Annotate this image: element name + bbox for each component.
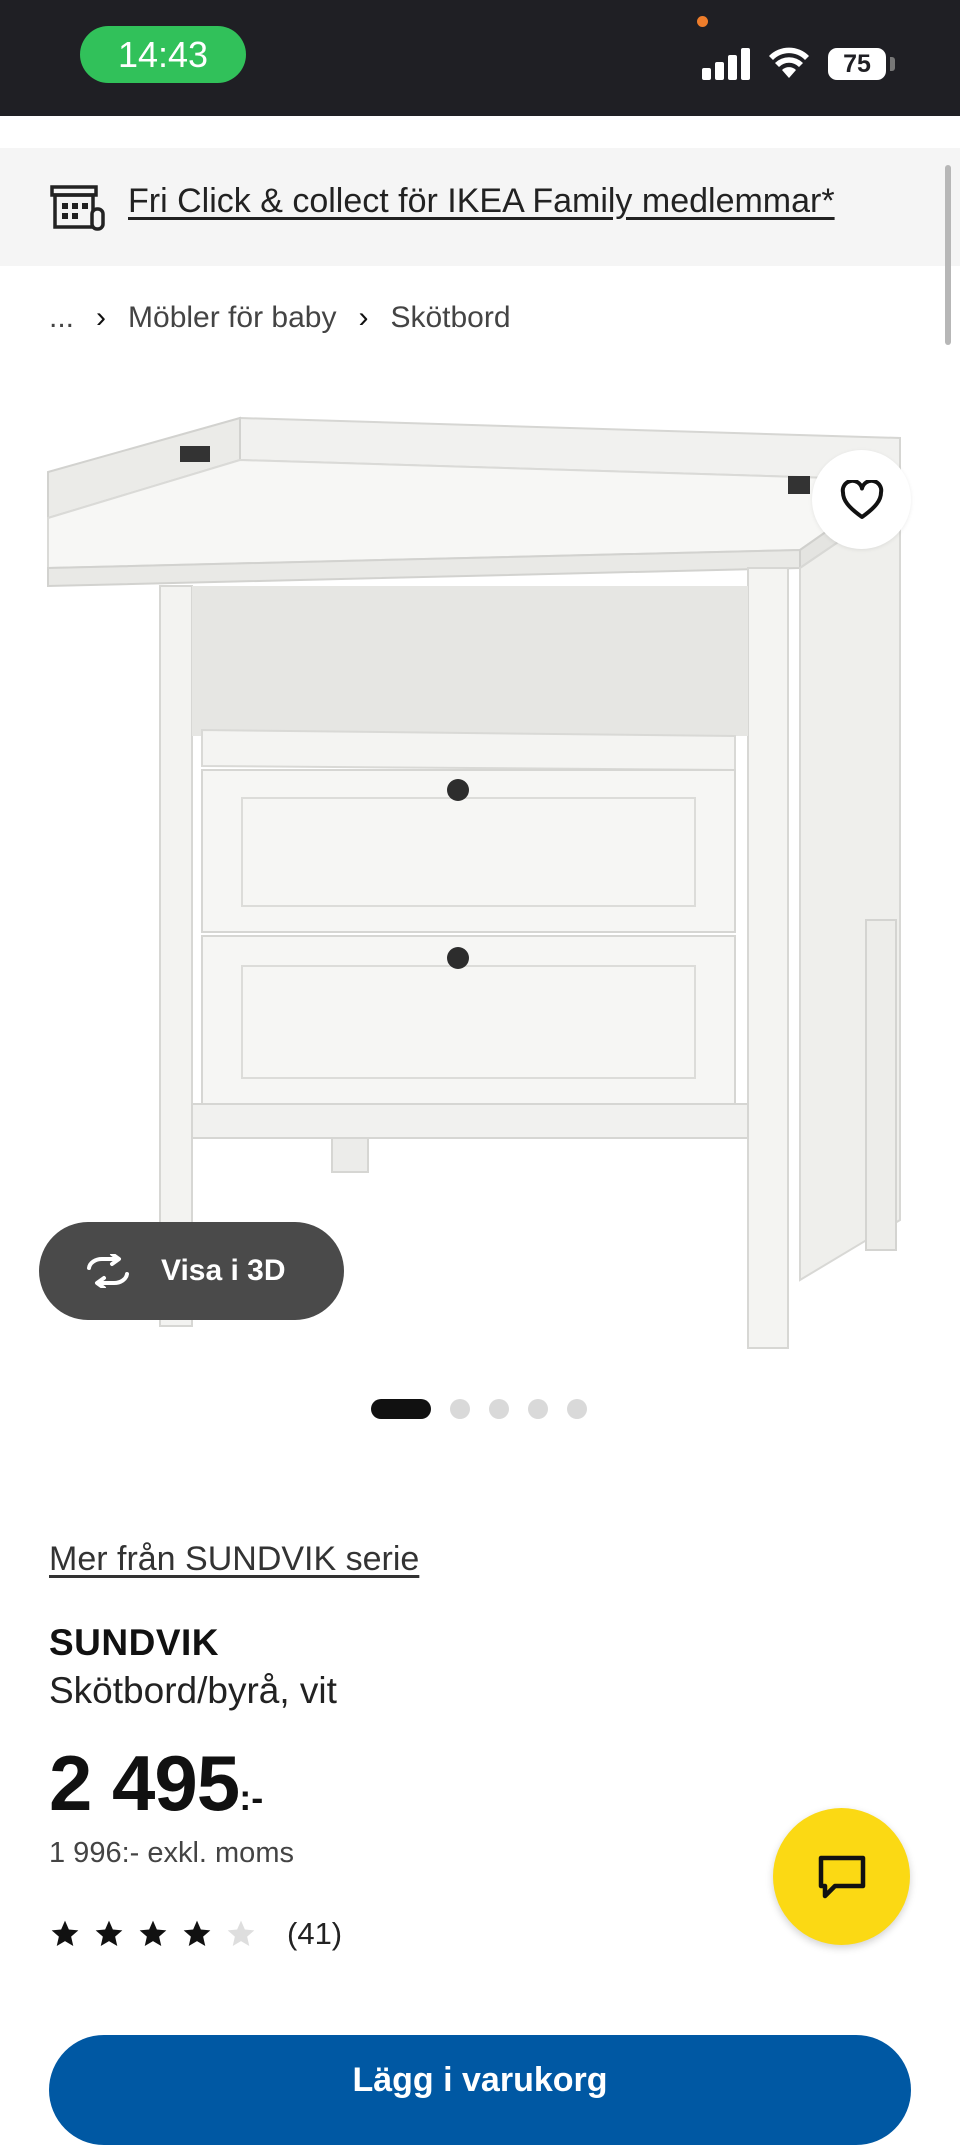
product-description: Skötbord/byrå, vit: [49, 1670, 337, 1711]
click-collect-banner[interactable]: Fri Click & collect för IKEA Family medl…: [0, 148, 960, 266]
breadcrumb: ... › Möbler för baby › Skötbord: [49, 298, 511, 338]
carousel-dot[interactable]: [567, 1399, 587, 1419]
wifi-icon: [769, 47, 809, 78]
privacy-indicator-dot: [697, 16, 708, 27]
view-3d-button[interactable]: Visa i 3D: [39, 1222, 344, 1320]
click-collect-link[interactable]: Fri Click & collect för IKEA Family medl…: [128, 182, 835, 221]
chevron-right-icon: ›: [96, 301, 107, 334]
review-count: (41): [287, 1916, 343, 1951]
price-ex-vat: 1 996:- exkl. moms: [49, 1837, 294, 1869]
carousel-indicator: [371, 1398, 587, 1420]
star-empty-icon: [227, 1920, 255, 1946]
battery-level: 75: [843, 49, 871, 78]
breadcrumb-item-changing-tables[interactable]: Skötbord: [390, 301, 510, 335]
status-time: 14:43: [80, 26, 246, 83]
add-to-cart-button[interactable]: Lägg i varukorg: [49, 2035, 911, 2145]
carousel-dot[interactable]: [528, 1399, 548, 1419]
product-image[interactable]: [30, 400, 915, 1360]
star-icon: [139, 1920, 167, 1946]
store-icon: [50, 185, 105, 231]
battery-cap: [890, 57, 895, 71]
chevron-right-icon: ›: [358, 301, 369, 334]
signal-icon: [702, 46, 750, 80]
breadcrumb-item-baby-furniture[interactable]: Möbler för baby: [128, 301, 336, 335]
favorite-button[interactable]: [812, 450, 911, 549]
status-bar: 14:43 75: [0, 0, 960, 116]
breadcrumb-ellipsis[interactable]: ...: [49, 301, 74, 335]
product-name: SUNDVIK: [49, 1622, 220, 1663]
battery-icon: 75: [828, 48, 886, 80]
view-3d-label: Visa i 3D: [161, 1254, 286, 1287]
price-suffix: :-: [239, 1777, 264, 1818]
add-to-cart-label: Lägg i varukorg: [352, 2061, 608, 2099]
chat-bubble-icon: [818, 1855, 865, 1898]
carousel-dot[interactable]: [450, 1399, 470, 1419]
chat-button[interactable]: [773, 1808, 910, 1945]
scrollbar[interactable]: [945, 165, 951, 345]
heart-icon: [840, 479, 883, 519]
star-icon: [95, 1920, 123, 1946]
rating[interactable]: (41): [49, 1914, 342, 1954]
carousel-dot[interactable]: [489, 1399, 509, 1419]
rotate-3d-icon: [87, 1254, 129, 1288]
series-link[interactable]: Mer från SUNDVIK serie: [49, 1540, 419, 1579]
star-icon: [51, 1920, 79, 1946]
price-amount: 2 495: [49, 1739, 240, 1827]
product-price: 2 495 :-: [49, 1738, 263, 1829]
star-icon: [183, 1920, 211, 1946]
carousel-dot-active[interactable]: [371, 1399, 431, 1419]
